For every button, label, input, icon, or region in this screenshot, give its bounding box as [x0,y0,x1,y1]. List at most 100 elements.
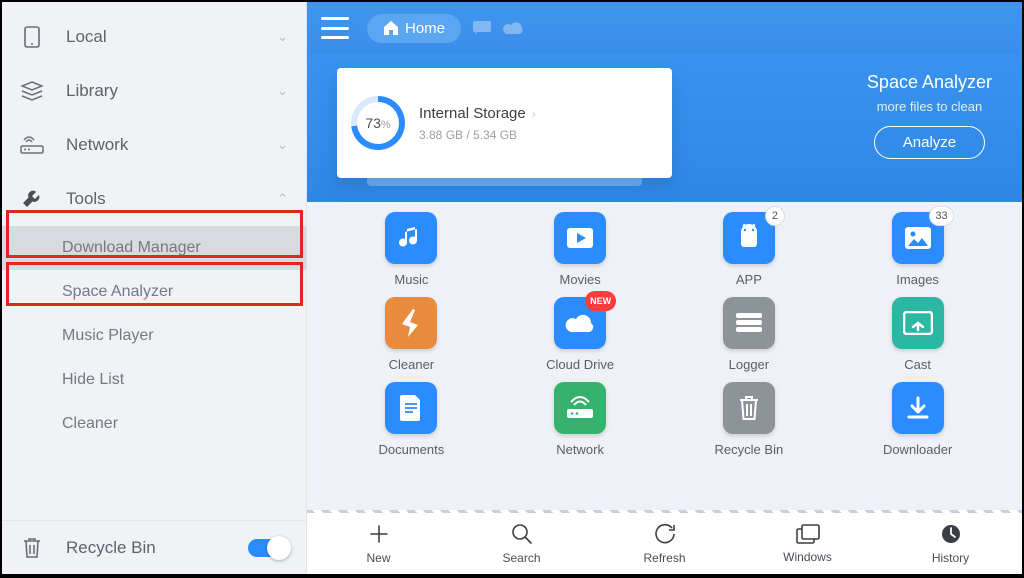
tile-music[interactable]: Music [341,212,481,287]
sidebar-item-label: Network [66,135,128,155]
search-icon [511,523,533,548]
space-analyzer-promo: Space Analyzer more files to clean Analy… [867,68,992,188]
tile-cloud-drive[interactable]: NEW Cloud Drive [510,297,650,372]
tile-label: Recycle Bin [715,442,784,457]
router-icon [20,133,44,157]
breadcrumb-home[interactable]: Home [367,14,461,43]
tile-label: Documents [379,442,445,457]
wrench-icon [20,187,44,211]
refresh-icon [654,523,676,548]
analyzer-subtitle: more files to clean [867,99,992,114]
device-icon [20,25,44,49]
sidebar-item-label: Tools [66,189,106,209]
storage-usage-ring: 73% [351,96,405,150]
sidebar-item-network[interactable]: Network ⌄ [2,118,306,172]
cast-icon [892,297,944,349]
bottombar-refresh[interactable]: Refresh [593,513,736,574]
tile-documents[interactable]: Documents [341,382,481,457]
bottombar-search[interactable]: Search [450,513,593,574]
tile-downloader[interactable]: Downloader [848,382,988,457]
badge: NEW [585,291,616,311]
sidebar-subitem-label: Hide List [62,371,124,389]
sidebar-item-label: Library [66,81,118,101]
tile-label: Images [896,272,939,287]
main-panel: Home 73% Internal Storage› 3.88 GB / 5.3… [307,2,1022,574]
recycle-toggle[interactable] [248,539,288,557]
bottombar-label: Windows [783,550,832,564]
tile-app[interactable]: 2 APP [679,212,819,287]
music-icon [385,212,437,264]
badge: 2 [765,206,785,226]
recycle-bin-icon [723,382,775,434]
cloud-icon[interactable] [503,21,523,35]
storage-percent-value: 73 [365,115,381,131]
trash-icon [20,536,44,560]
sidebar-item-local[interactable]: Local ⌄ [2,10,306,64]
tile-movies[interactable]: Movies [510,212,650,287]
bottombar-label: Search [502,551,540,565]
chevron-down-icon: ⌄ [277,29,288,45]
bottombar-new[interactable]: New [307,513,450,574]
tile-logger[interactable]: Logger [679,297,819,372]
tile-label: Cast [904,357,931,372]
tile-label: Movies [560,272,601,287]
sidebar-subitem-label: Space Analyzer [62,283,173,301]
category-grid: Music Movies 2 APP 33 Images Cleaner NEW Cloud D… [307,202,1022,512]
bottombar: New Search Refresh Windows History [307,512,1022,574]
menu-icon[interactable] [321,17,349,39]
chevron-right-icon: › [532,107,536,121]
tile-recycle-bin[interactable]: Recycle Bin [679,382,819,457]
tile-label: Cloud Drive [546,357,614,372]
storage-title: Internal Storage [419,105,526,122]
chevron-down-icon: ⌄ [277,83,288,99]
history-icon [940,523,962,548]
sidebar-subitem-space-analyzer[interactable]: Space Analyzer [2,270,306,314]
sidebar-subitem-label: Music Player [62,327,154,345]
storage-card[interactable]: 73% Internal Storage› 3.88 GB / 5.34 GB [337,68,672,178]
windows-icon [796,524,820,547]
storage-text: Internal Storage› 3.88 GB / 5.34 GB [419,105,536,142]
tile-cast[interactable]: Cast [848,297,988,372]
new-icon [368,523,390,548]
bottombar-label: Refresh [643,551,685,565]
bottombar-history[interactable]: History [879,513,1022,574]
sidebar-item-tools[interactable]: Tools ⌃ [2,172,306,226]
bottombar-windows[interactable]: Windows [736,513,879,574]
tile-label: APP [736,272,762,287]
chevron-up-icon: ⌃ [277,191,288,207]
sidebar: Local ⌄ Library ⌄ Network ⌄ Tools ⌃ Dow [2,2,307,574]
hero-section: 73% Internal Storage› 3.88 GB / 5.34 GB … [307,54,1022,202]
sidebar-subitem-download-manager[interactable]: Download Manager [2,226,306,270]
downloader-icon [892,382,944,434]
sidebar-item-library[interactable]: Library ⌄ [2,64,306,118]
sidebar-subitem-music-player[interactable]: Music Player [2,314,306,358]
sidebar-subitem-label: Download Manager [62,239,201,257]
bottombar-label: History [932,551,969,565]
tile-cleaner[interactable]: Cleaner [341,297,481,372]
cleaner-icon [385,297,437,349]
storage-percent-unit: % [381,119,391,131]
cloud-drive-icon: NEW [554,297,606,349]
tile-network[interactable]: Network [510,382,650,457]
layers-icon [20,79,44,103]
images-icon: 33 [892,212,944,264]
sidebar-subitem-cleaner[interactable]: Cleaner [2,402,306,446]
logger-icon [723,297,775,349]
sidebar-item-label: Recycle Bin [66,538,156,558]
bottombar-label: New [366,551,390,565]
documents-icon [385,382,437,434]
tile-label: Downloader [883,442,952,457]
sidebar-subitem-hide-list[interactable]: Hide List [2,358,306,402]
chat-icon[interactable] [473,21,491,35]
breadcrumb-label: Home [405,20,445,37]
tile-images[interactable]: 33 Images [848,212,988,287]
tile-label: Music [394,272,428,287]
sidebar-item-recycle-bin[interactable]: Recycle Bin [2,520,306,574]
sidebar-subitem-label: Cleaner [62,415,118,433]
tile-label: Network [556,442,604,457]
analyzer-title: Space Analyzer [867,72,992,93]
app-icon: 2 [723,212,775,264]
network-icon [554,382,606,434]
analyze-button[interactable]: Analyze [874,126,985,159]
movies-icon [554,212,606,264]
